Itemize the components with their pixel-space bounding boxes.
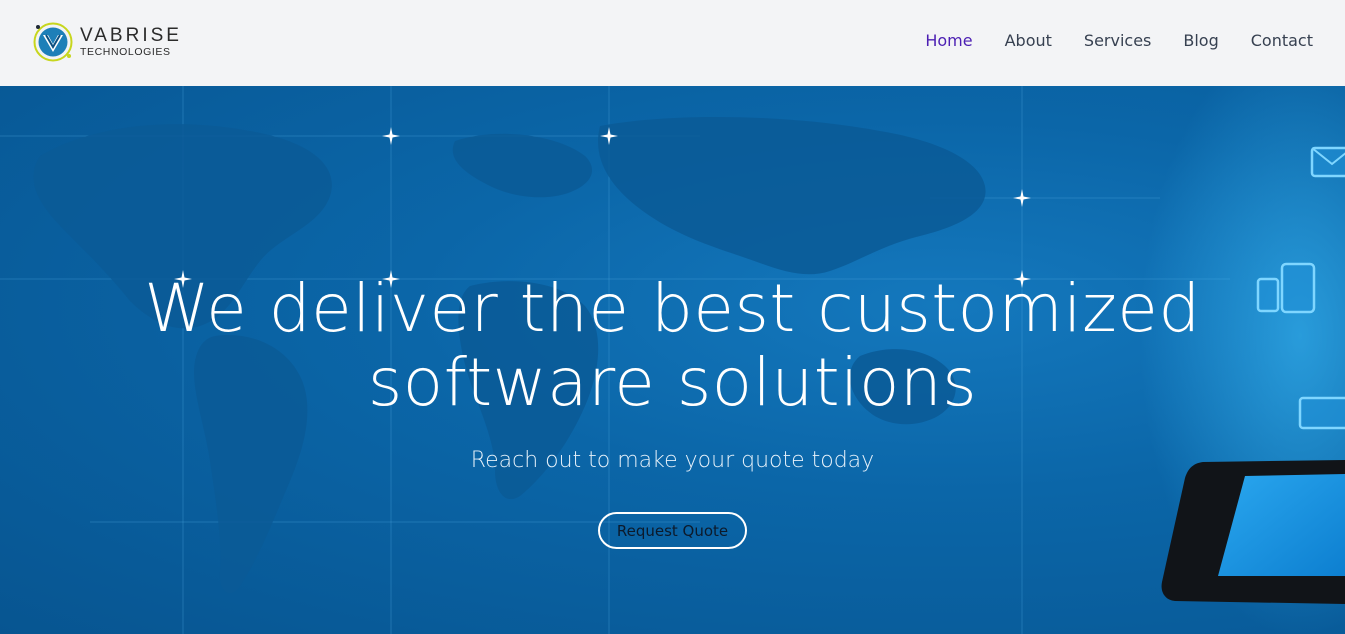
nav-contact[interactable]: Contact — [1251, 31, 1313, 50]
nav-blog[interactable]: Blog — [1183, 31, 1218, 50]
logo-name: VABRISE — [80, 25, 182, 47]
nav-services[interactable]: Services — [1084, 31, 1151, 50]
hero-section: We deliver the best customized software … — [0, 86, 1345, 634]
request-quote-button[interactable]: Request Quote — [598, 512, 747, 549]
hero-title-line-2: software solutions — [367, 344, 978, 421]
hero-subtitle: Reach out to make your quote today — [470, 448, 875, 473]
nav-home[interactable]: Home — [925, 31, 972, 50]
logo-tagline: TECHNOLOGIES — [80, 46, 171, 59]
logo[interactable]: VABRISE TECHNOLOGIES — [32, 21, 182, 63]
site-header: VABRISE TECHNOLOGIES Home About Services… — [0, 0, 1345, 86]
hero-title: We deliver the best customized software … — [0, 272, 1345, 420]
main-nav: Home About Services Blog Contact — [893, 31, 1313, 50]
vabrise-logo-icon — [33, 22, 73, 62]
hero-title-line-1: We deliver the best customized — [144, 270, 1201, 347]
nav-about[interactable]: About — [1005, 31, 1052, 50]
